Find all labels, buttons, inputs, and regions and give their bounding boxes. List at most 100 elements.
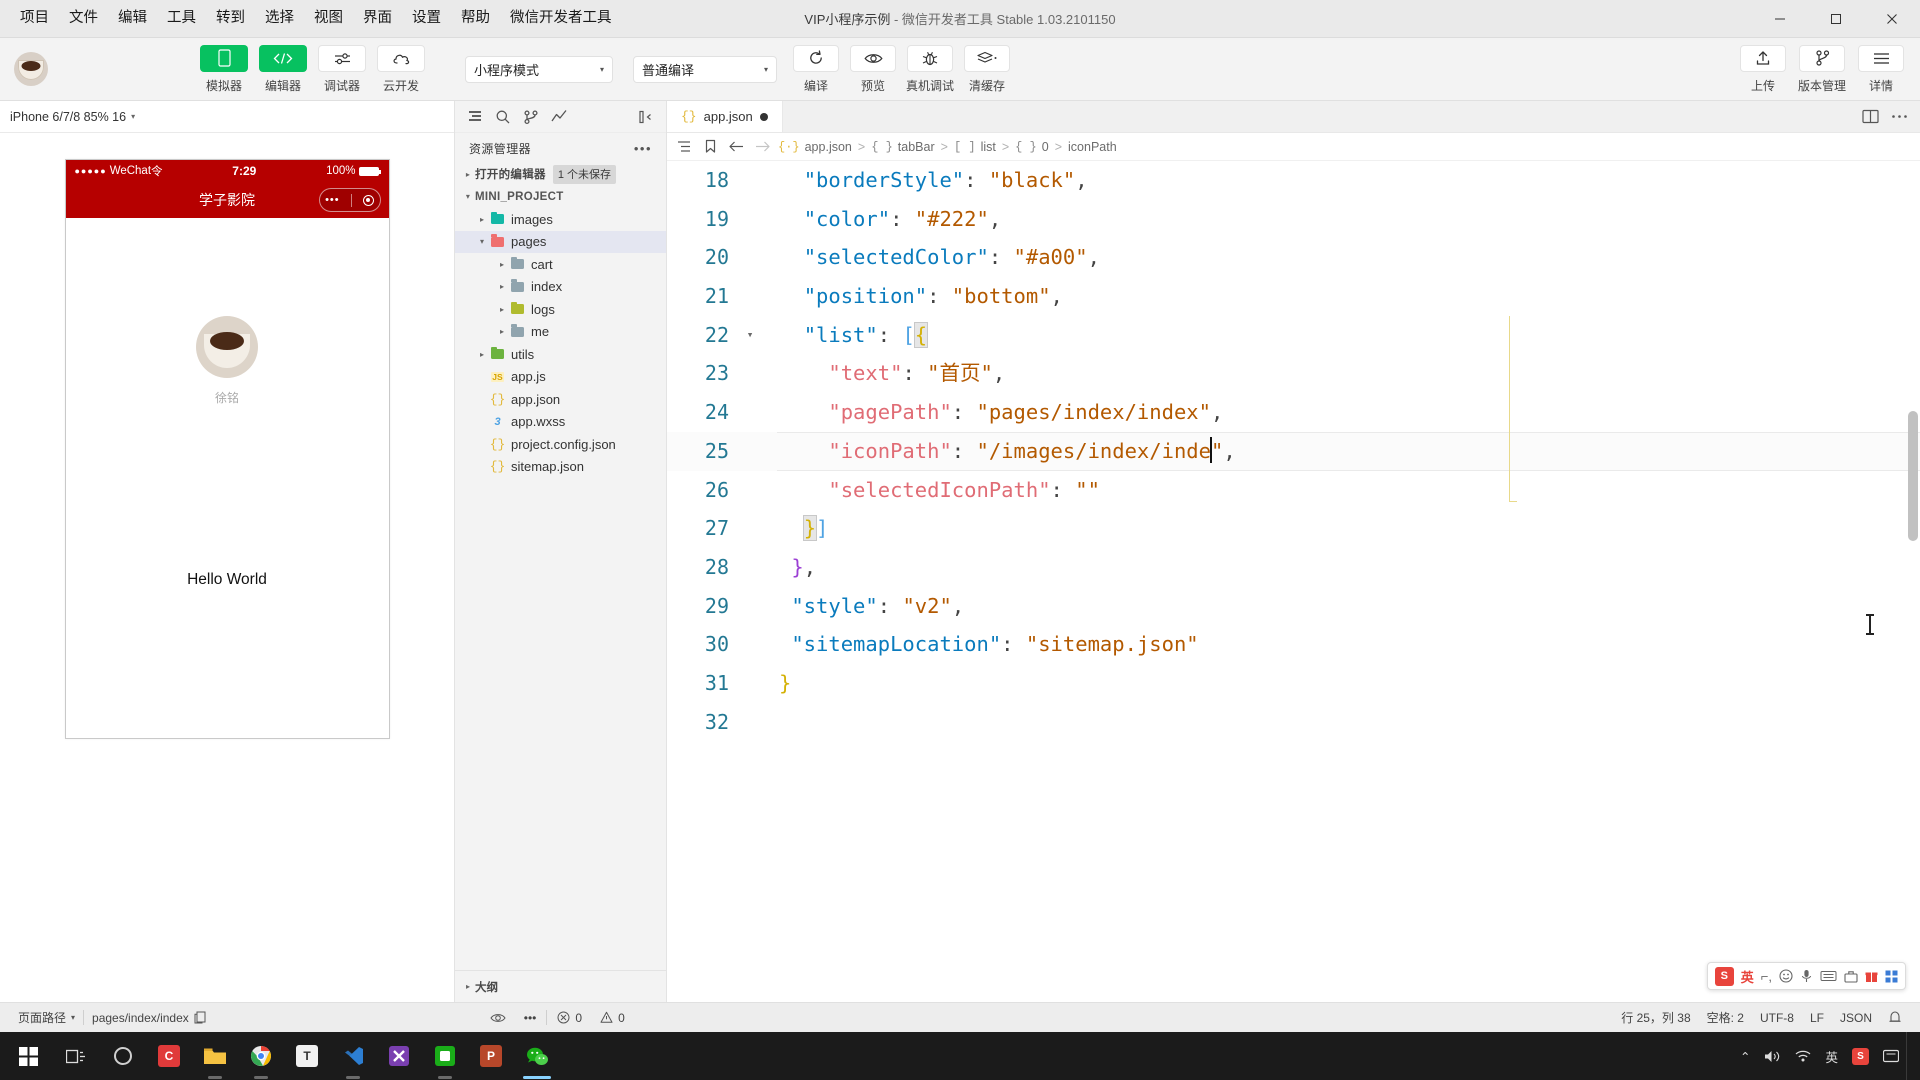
toggle-simulator[interactable]: 模拟器 — [198, 44, 250, 94]
menu-item-goto[interactable]: 转到 — [206, 5, 255, 32]
breadcrumb-item-tabbar[interactable]: { } tabBar — [868, 140, 937, 154]
ime-toolbar[interactable]: S 英 ⌐, — [1706, 962, 1906, 990]
code-line[interactable]: 28 }, — [667, 548, 1920, 587]
minimize-button[interactable] — [1752, 0, 1808, 38]
toggle-cloud[interactable]: 云开发 — [375, 44, 427, 94]
menu-item-devtools[interactable]: 微信开发者工具 — [500, 5, 622, 32]
clear-cache-action[interactable]: 清缓存 — [962, 44, 1012, 94]
fold-chevron-icon[interactable]: ▾ — [739, 316, 761, 355]
bell-icon[interactable] — [1880, 1010, 1910, 1025]
more-icon[interactable]: ••• — [516, 1011, 545, 1025]
tab-app-json[interactable]: {} app.json — [667, 101, 783, 132]
outline-section[interactable]: ▸ 大纲 — [455, 970, 666, 1002]
toolbox-icon[interactable] — [1844, 970, 1858, 983]
forward-arrow-icon[interactable] — [749, 140, 775, 153]
code-line[interactable]: 21 "position": "bottom", — [667, 277, 1920, 316]
source-control-icon[interactable] — [519, 105, 543, 129]
eol-mode[interactable]: LF — [1802, 1011, 1832, 1025]
menu-item-help[interactable]: 帮助 — [451, 5, 500, 32]
tree-row-sitemap-json[interactable]: {} sitemap.json — [455, 456, 666, 479]
tray-sogou-icon[interactable]: S — [1845, 1032, 1876, 1080]
encoding[interactable]: UTF-8 — [1752, 1011, 1802, 1025]
breadcrumb-item-app-json[interactable]: {·} app.json — [775, 140, 855, 154]
error-count[interactable]: 0 — [549, 1011, 590, 1025]
outline-icon[interactable] — [671, 140, 697, 153]
warning-count[interactable]: 0 — [592, 1011, 633, 1025]
code-line[interactable]: 32 — [667, 703, 1920, 742]
code-line[interactable]: 26 "selectedIconPath": "" — [667, 471, 1920, 510]
details-action[interactable]: 详情 — [1856, 44, 1906, 94]
more-icon[interactable] — [1891, 114, 1908, 119]
emoji-icon[interactable] — [1779, 969, 1793, 983]
copy-icon[interactable] — [194, 1011, 206, 1024]
open-editors-section[interactable]: ▸ 打开的编辑器 1 个未保存 — [455, 163, 666, 186]
tree-row-cart[interactable]: ▸ cart — [455, 253, 666, 276]
bookmark-icon[interactable] — [697, 139, 723, 154]
taskbar-app-c-icon[interactable]: C — [146, 1032, 192, 1080]
wechat-capsule-button[interactable]: ••• — [318, 188, 381, 212]
menu-item-settings[interactable]: 设置 — [402, 5, 451, 32]
taskbar-cortana-icon[interactable] — [100, 1032, 146, 1080]
breadcrumb-item-iconpath[interactable]: iconPath — [1065, 140, 1120, 154]
code-line[interactable]: 24 "pagePath": "pages/index/index", — [667, 393, 1920, 432]
taskbar-app-x-icon[interactable] — [376, 1032, 422, 1080]
cursor-position[interactable]: 行 25，列 38 — [1613, 1009, 1698, 1026]
code-line[interactable]: 27 }] — [667, 509, 1920, 548]
vertical-scrollbar[interactable] — [1908, 411, 1918, 541]
upload-action[interactable]: 上传 — [1738, 44, 1788, 94]
maximize-button[interactable] — [1808, 0, 1864, 38]
breadcrumb-item-list[interactable]: [ ] list — [951, 140, 999, 154]
code-line[interactable]: 29 "style": "v2", — [667, 587, 1920, 626]
ime-language-indicator[interactable]: 英 — [1741, 967, 1754, 986]
action-center-icon[interactable] — [1876, 1032, 1906, 1080]
volume-icon[interactable] — [1757, 1032, 1788, 1080]
taskbar-app-green-icon[interactable] — [422, 1032, 468, 1080]
grid-icon[interactable] — [1885, 970, 1898, 983]
indentation[interactable]: 空格: 2 — [1699, 1009, 1752, 1026]
more-icon[interactable]: ••• — [634, 141, 652, 156]
version-control-action[interactable]: 版本管理 — [1797, 44, 1847, 94]
menu-item-tools[interactable]: 工具 — [157, 5, 206, 32]
menu-item-edit[interactable]: 编辑 — [108, 5, 157, 32]
taskbar-vscode-icon[interactable] — [330, 1032, 376, 1080]
device-selector-label[interactable]: iPhone 6/7/8 85% 16 — [10, 110, 126, 124]
breadcrumb-item-index0[interactable]: { } 0 — [1012, 140, 1052, 154]
tree-row-app-json[interactable]: {} app.json — [455, 388, 666, 411]
tree-row-index[interactable]: ▸ index — [455, 276, 666, 299]
chevron-down-icon[interactable]: ▾ — [131, 112, 135, 121]
back-arrow-icon[interactable] — [723, 140, 749, 153]
split-editor-icon[interactable] — [1862, 109, 1879, 124]
tray-chevron-up-icon[interactable]: ⌃ — [1733, 1032, 1757, 1080]
tree-row-project-config-json[interactable]: {} project.config.json — [455, 433, 666, 456]
taskbar-file-explorer-icon[interactable] — [192, 1032, 238, 1080]
code-line[interactable]: 22 ▾ "list": [{ — [667, 316, 1920, 355]
keyboard-icon[interactable] — [1820, 970, 1837, 982]
show-desktop-button[interactable] — [1906, 1032, 1916, 1080]
debug-icon[interactable] — [547, 105, 571, 129]
code-line[interactable]: 31} — [667, 664, 1920, 703]
compile-select[interactable]: 普通编译 ▾ — [633, 55, 777, 83]
user-avatar[interactable] — [14, 52, 48, 86]
network-icon[interactable] — [1788, 1032, 1818, 1080]
menu-item-file[interactable]: 文件 — [59, 5, 108, 32]
code-line[interactable]: 30 "sitemapLocation": "sitemap.json" — [667, 625, 1920, 664]
menu-item-ui[interactable]: 界面 — [353, 5, 402, 32]
eye-icon[interactable] — [482, 1012, 514, 1024]
preview-action[interactable]: 预览 — [848, 44, 898, 94]
tree-row-app-wxss[interactable]: 3 app.wxss — [455, 411, 666, 434]
code-line[interactable]: 25 "iconPath": "/images/index/inde", — [667, 431, 1920, 471]
task-view-icon[interactable] — [52, 1032, 100, 1080]
menu-item-project[interactable]: 项目 — [10, 5, 59, 32]
taskbar-wechat-devtools-icon[interactable] — [514, 1032, 560, 1080]
mic-icon[interactable] — [1800, 969, 1813, 983]
half-width-icon[interactable]: ⌐, — [1761, 969, 1772, 984]
tree-row-utils[interactable]: ▸ utils — [455, 343, 666, 366]
code-line[interactable]: 19 "color": "#222", — [667, 200, 1920, 239]
menu-item-select[interactable]: 选择 — [255, 5, 304, 32]
mode-select[interactable]: 小程序模式 ▾ — [465, 55, 613, 83]
code-line[interactable]: 23 "text": "首页", — [667, 354, 1920, 393]
close-button[interactable] — [1864, 0, 1920, 38]
files-icon[interactable] — [463, 105, 487, 129]
code-line[interactable]: 18 "borderStyle": "black", — [667, 161, 1920, 200]
code-editor[interactable]: 18 "borderStyle": "black", 19 "color": "#… — [667, 161, 1920, 1002]
